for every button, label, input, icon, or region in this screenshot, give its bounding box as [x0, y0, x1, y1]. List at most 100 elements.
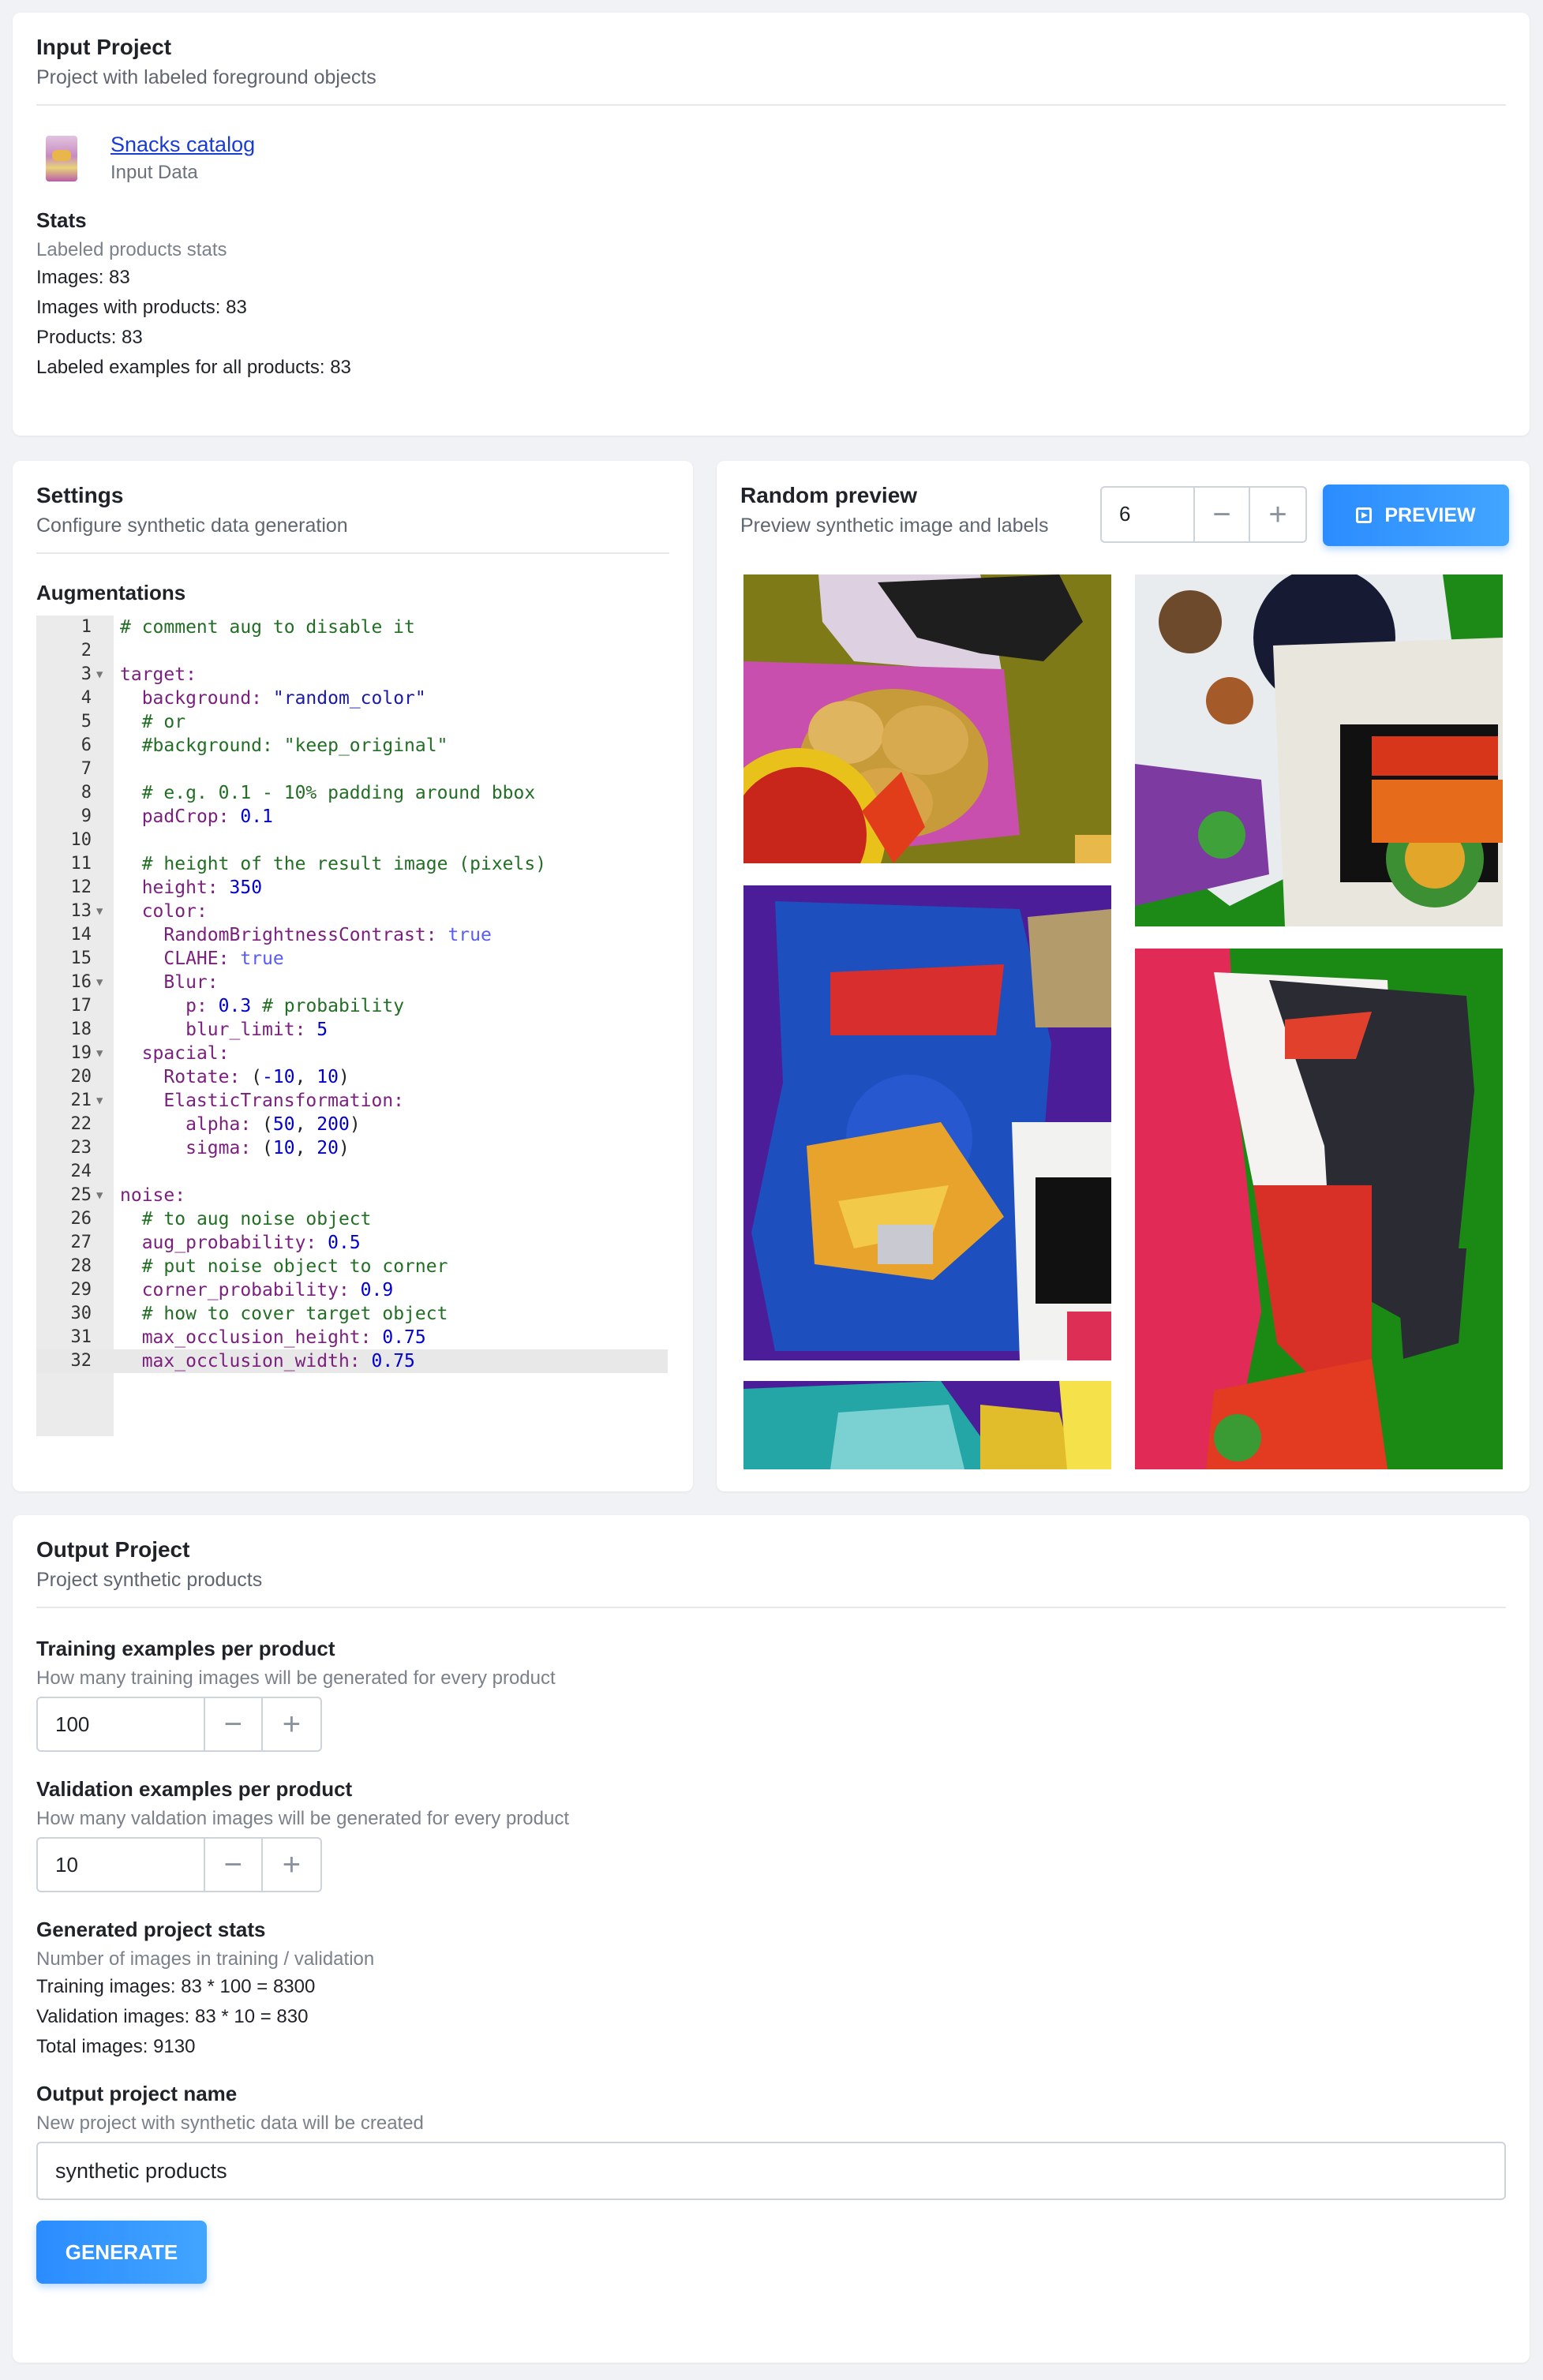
- code-line: 8 # e.g. 0.1 - 10% padding around bbox: [36, 781, 668, 805]
- code-line: 24: [36, 1160, 668, 1184]
- divider: [36, 104, 1506, 106]
- code-text: # how to cover target object: [141, 1304, 448, 1324]
- line-number: 12: [70, 878, 92, 897]
- output-project-name-subtitle: New project with synthetic data will be …: [36, 2112, 424, 2134]
- preview-count-stepper[interactable]: 6 − +: [1100, 486, 1307, 543]
- line-number: 25: [70, 1185, 92, 1205]
- code-line: 32 max_occlusion_width: 0.75: [36, 1349, 668, 1373]
- divider: [36, 1607, 1506, 1608]
- code-text: # to aug noise object: [141, 1209, 372, 1229]
- code-text: # comment aug to disable it: [120, 617, 415, 638]
- input-project-title: Input Project: [36, 35, 172, 59]
- project-thumbnail: [46, 136, 77, 181]
- line-number: 27: [70, 1233, 92, 1252]
- preview-image-4-art: [1135, 949, 1503, 1469]
- code-lines: 1 # comment aug to disable it 2 3 ▼ target: 4 …: [36, 616, 668, 1373]
- output-project-subtitle: Project synthetic products: [36, 1569, 263, 1591]
- line-number: 8: [81, 783, 92, 803]
- line-number: 5: [81, 712, 92, 732]
- line-number: 13: [70, 901, 92, 921]
- training-examples-value[interactable]: 100: [38, 1698, 205, 1750]
- random-preview-title: Random preview: [740, 483, 918, 507]
- code-line: 3 ▼ target:: [36, 663, 668, 687]
- code-line: 22 alpha: (50, 200): [36, 1113, 668, 1136]
- code-text: # height of the result image (pixels): [141, 854, 547, 874]
- output-project-name-input[interactable]: synthetic products: [36, 2142, 1506, 2200]
- preview-image-4: [1135, 949, 1503, 1469]
- preview-image-3-art: [743, 885, 1111, 1360]
- code-text: Blur:: [163, 972, 219, 993]
- decrement-button[interactable]: −: [205, 1839, 263, 1891]
- increment-button[interactable]: +: [1250, 488, 1305, 541]
- line-number: 22: [70, 1114, 92, 1134]
- output-project-name-title: Output project name: [36, 2082, 238, 2105]
- fold-arrow-icon[interactable]: ▼: [96, 663, 103, 687]
- input-project-card: Input Project Project with labeled foreg…: [13, 13, 1530, 436]
- settings-title: Settings: [36, 483, 124, 507]
- code-text: corner_probability: 0.9: [141, 1280, 394, 1300]
- stat-line: Images with products: 83: [36, 297, 247, 318]
- increment-button[interactable]: +: [263, 1839, 320, 1891]
- output-project-card: Output Project Project synthetic product…: [13, 1515, 1530, 2363]
- code-line: 23 sigma: (10, 20): [36, 1136, 668, 1160]
- preview-image-5-art: [743, 1381, 1111, 1469]
- validation-examples-stepper[interactable]: 10 − +: [36, 1837, 322, 1892]
- code-line: 16 ▼ Blur:: [36, 971, 668, 994]
- line-number: 6: [81, 735, 92, 755]
- line-number: 30: [70, 1304, 92, 1323]
- line-number: 10: [70, 830, 92, 850]
- code-text: Rotate: (-10, 10): [163, 1067, 350, 1087]
- play-icon: [1356, 507, 1373, 523]
- stat-line: Images: 83: [36, 267, 130, 288]
- augmentations-title: Augmentations: [36, 581, 186, 604]
- training-examples-stepper[interactable]: 100 − +: [36, 1697, 322, 1752]
- code-text: target:: [120, 664, 197, 685]
- generate-button[interactable]: GENERATE: [36, 2221, 207, 2284]
- code-line: 7: [36, 758, 668, 781]
- decrement-button[interactable]: −: [205, 1698, 263, 1750]
- code-text: RandomBrightnessContrast: true: [163, 925, 492, 945]
- code-line: 6 #background: "keep_original": [36, 734, 668, 758]
- validation-examples-title: Validation examples per product: [36, 1777, 353, 1801]
- fold-arrow-icon[interactable]: ▼: [96, 971, 103, 994]
- code-line: 28 # put noise object to corner: [36, 1255, 668, 1278]
- increment-button[interactable]: +: [263, 1698, 320, 1750]
- output-project-title: Output Project: [36, 1537, 190, 1562]
- preview-image-5: [743, 1381, 1111, 1469]
- fold-arrow-icon[interactable]: ▼: [96, 1089, 103, 1113]
- preview-count-value[interactable]: 6: [1102, 488, 1195, 541]
- training-examples-title: Training examples per product: [36, 1637, 335, 1660]
- code-text: blur_limit: 5: [185, 1020, 328, 1040]
- line-number: 28: [70, 1256, 92, 1276]
- line-number: 26: [70, 1209, 92, 1229]
- settings-card: Settings Configure synthetic data genera…: [13, 461, 693, 1491]
- project-link[interactable]: Snacks catalog: [110, 133, 255, 157]
- line-number: 3: [81, 664, 92, 684]
- fold-arrow-icon[interactable]: ▼: [96, 1184, 103, 1207]
- code-line: 11 # height of the result image (pixels): [36, 852, 668, 876]
- line-number: 15: [70, 949, 92, 968]
- line-number: 19: [70, 1043, 92, 1063]
- code-text: CLAHE: true: [163, 949, 284, 969]
- decrement-button[interactable]: −: [1195, 488, 1250, 541]
- code-text: background: "random_color": [141, 688, 426, 709]
- code-line: 19 ▼ spacial:: [36, 1042, 668, 1065]
- line-number: 29: [70, 1280, 92, 1300]
- preview-button[interactable]: PREVIEW: [1323, 485, 1509, 546]
- line-number: 24: [70, 1162, 92, 1181]
- fold-arrow-icon[interactable]: ▼: [96, 900, 103, 923]
- augmentations-code-editor[interactable]: 1 # comment aug to disable it 2 3 ▼ target: 4 …: [36, 616, 668, 1436]
- code-line: 10: [36, 829, 668, 852]
- line-number: 18: [70, 1020, 92, 1039]
- input-project-subtitle: Project with labeled foreground objects: [36, 66, 376, 88]
- fold-arrow-icon[interactable]: ▼: [96, 1042, 103, 1065]
- code-text: # or: [141, 712, 186, 732]
- code-text: # put noise object to corner: [141, 1256, 448, 1277]
- settings-subtitle: Configure synthetic data generation: [36, 515, 348, 537]
- code-text: noise:: [120, 1185, 186, 1206]
- line-number: 21: [70, 1091, 92, 1110]
- line-number: 32: [70, 1351, 92, 1371]
- generated-stats-subtitle: Number of images in training / validatio…: [36, 1948, 375, 1970]
- preview-image-2: [1135, 574, 1503, 926]
- validation-examples-value[interactable]: 10: [38, 1839, 205, 1891]
